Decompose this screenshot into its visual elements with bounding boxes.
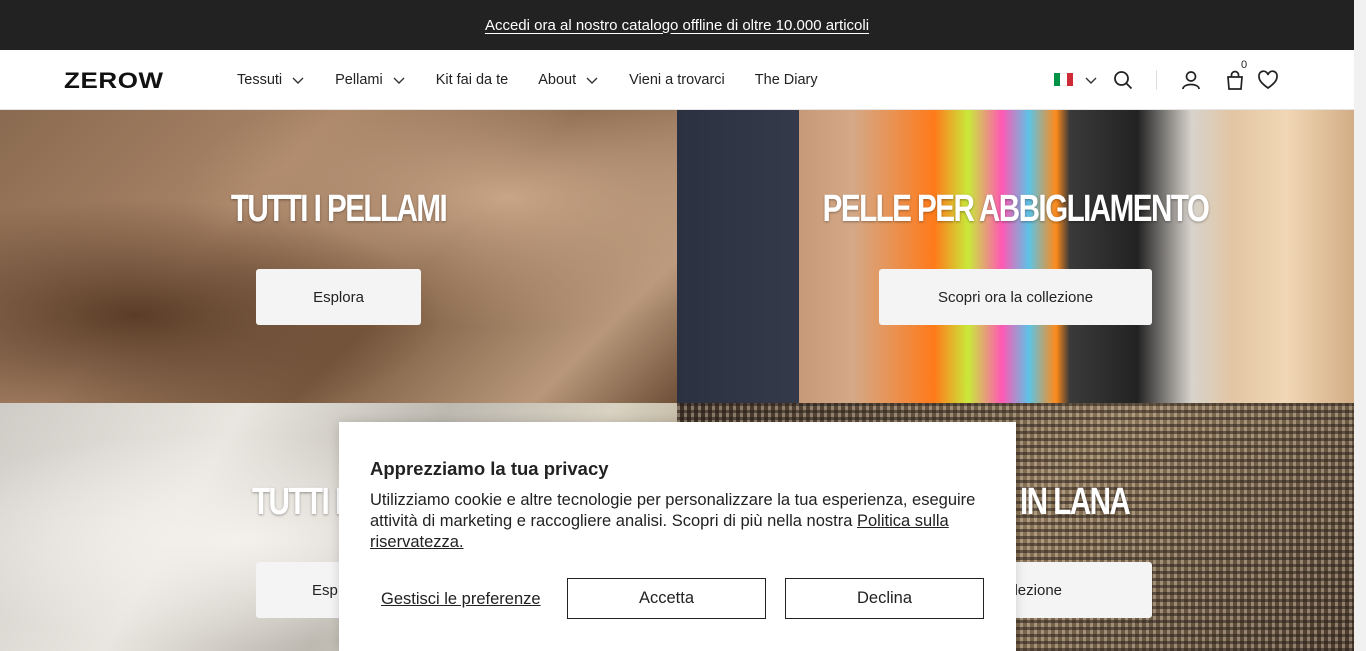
nav-item-the-diary[interactable]: The Diary <box>755 72 818 88</box>
accept-button[interactable]: Accetta <box>567 578 766 619</box>
scrollbar[interactable] <box>1354 0 1366 651</box>
manage-preferences-link[interactable]: Gestisci le preferenze <box>381 590 541 609</box>
explore-button[interactable]: Esplora <box>256 269 421 325</box>
nav-item-label: The Diary <box>754 72 818 88</box>
account-icon[interactable] <box>1180 69 1202 91</box>
nav-item-label: Pellami <box>335 72 383 88</box>
nav-item-tessuti[interactable]: Tessuti <box>237 72 305 88</box>
italy-flag-icon[interactable] <box>1054 73 1073 86</box>
chevron-down-icon <box>393 77 405 84</box>
nav-item-label: Kit fai da te <box>435 72 509 88</box>
nav-item-vieni-a-trovarci[interactable]: Vieni a trovarci <box>629 72 725 88</box>
nav-item-about[interactable]: About <box>538 72 599 88</box>
cookie-consent-dialog: Apprezziamo la tua privacy Utilizziamo c… <box>339 422 1016 651</box>
tile-title: TUTTI I PELLAMI <box>230 188 448 230</box>
cart-icon[interactable] <box>1224 69 1246 91</box>
nav-item-kit-fai-da-te[interactable]: Kit fai da te <box>436 72 509 88</box>
nav-item-label: Tessuti <box>237 72 283 88</box>
announcement-link[interactable]: Accedi ora al nostro catalogo offline di… <box>485 17 869 34</box>
cookie-title: Apprezziamo la tua privacy <box>370 458 609 479</box>
cart-count-badge: 0 <box>1241 59 1248 71</box>
tile-tutti-i-pellami[interactable]: TUTTI I PELLAMI Esplora <box>0 110 677 403</box>
logo[interactable]: ZEROW <box>64 68 164 94</box>
divider <box>1156 70 1157 90</box>
chevron-down-icon <box>292 77 304 84</box>
wishlist-heart-icon[interactable] <box>1257 69 1279 91</box>
cookie-message: Utilizziamo cookie e altre tecnologie pe… <box>370 490 990 553</box>
nav-item-label: About <box>538 72 577 88</box>
discover-collection-button[interactable]: Scopri ora la collezione <box>879 269 1152 325</box>
header-tools: 0 <box>1054 50 1294 110</box>
site-header: ZEROW Tessuti Pellami Kit fai da te Abou… <box>0 50 1354 110</box>
search-icon[interactable] <box>1112 69 1134 91</box>
tile-title: IN LANA <box>1020 481 1131 523</box>
main-nav: Tessuti Pellami Kit fai da te About Vien… <box>237 50 848 110</box>
nav-item-label: Vieni a trovarci <box>629 72 725 88</box>
decline-button[interactable]: Declina <box>785 578 984 619</box>
tile-pelle-per-abbigliamento[interactable]: PELLE PER ABBIGLIAMENTO Scopri ora la co… <box>677 110 1354 403</box>
tile-title: PELLE PER ABBIGLIAMENTO <box>822 188 1210 230</box>
chevron-down-icon <box>586 77 598 84</box>
chevron-down-icon[interactable] <box>1084 73 1098 87</box>
nav-item-pellami[interactable]: Pellami <box>335 72 406 88</box>
announcement-bar: Accedi ora al nostro catalogo offline di… <box>0 0 1354 50</box>
